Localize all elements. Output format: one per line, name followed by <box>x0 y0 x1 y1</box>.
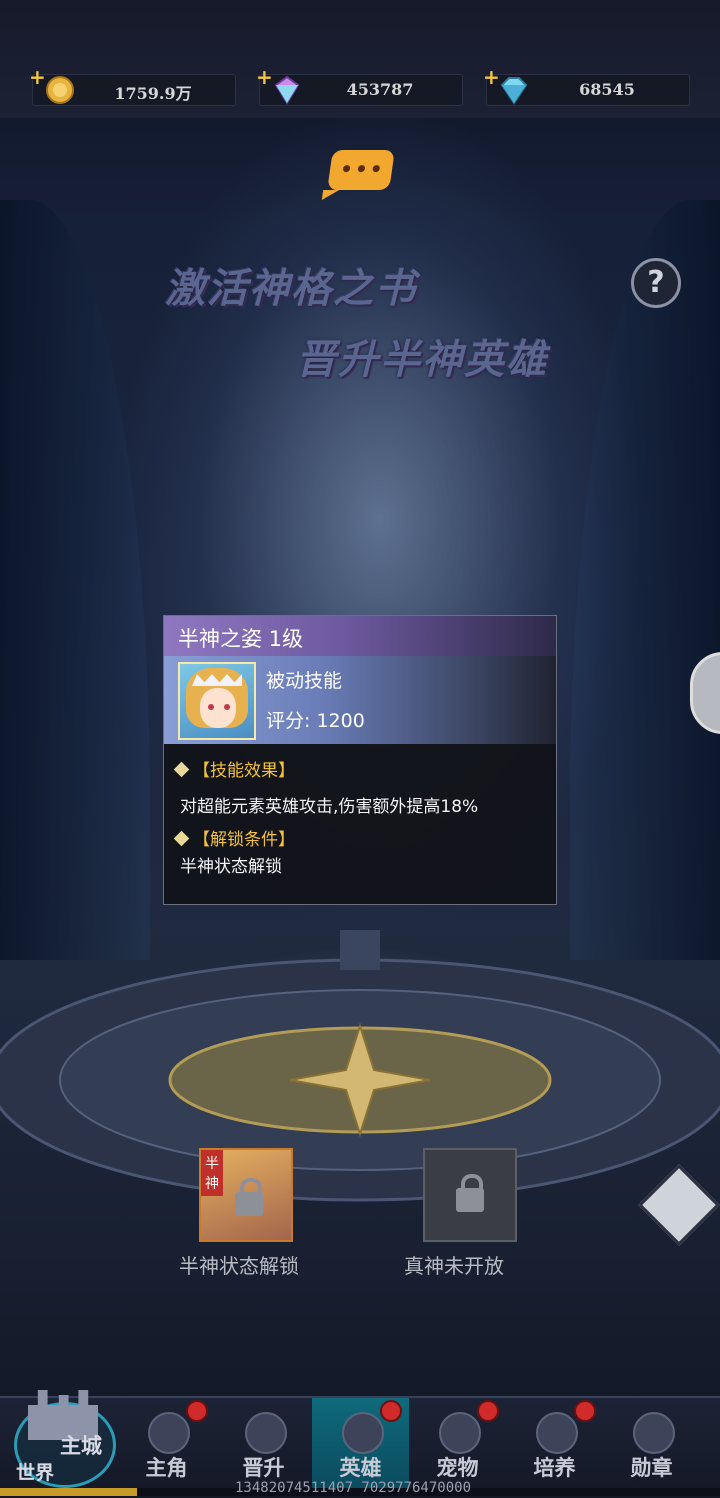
nav-label: 主角 <box>145 1455 188 1480</box>
main-city-label: 主城 <box>60 1433 102 1458</box>
notification-badge <box>186 1400 208 1422</box>
knight-helmet-icon <box>342 1412 384 1454</box>
loading-progress-fill <box>0 1488 137 1496</box>
effect-text: 对超能元素英雄攻击,伤害额外提高18% <box>180 797 479 817</box>
banner-line-1: 激活神格之书 <box>165 265 417 312</box>
chat-bubble-icon[interactable]: ••• <box>327 150 395 190</box>
debug-id-text: 13482074511407 7029776470000 <box>235 1480 472 1496</box>
star-compass-icon <box>536 1412 578 1454</box>
gold-currency[interactable]: + 1759.9万 <box>29 65 236 106</box>
effect-header: 【技能效果】 <box>173 756 295 781</box>
gold-coin-icon <box>46 76 74 104</box>
skill-tooltip-header: 半神之姿 1级 <box>164 616 556 656</box>
nav-item-pets[interactable]: 宠物 <box>409 1398 506 1488</box>
portrait-eye-left <box>208 704 214 710</box>
unlock-text: 半神状态解锁 <box>180 857 282 877</box>
skill-type: 被动技能 <box>266 670 343 692</box>
gold-value: 1759.9万 <box>114 84 192 103</box>
lock-icon <box>235 1178 263 1216</box>
banner-line-2: 晋升半神英雄 <box>296 336 548 383</box>
portrait-eye-right <box>224 704 230 710</box>
skill-score: 评分: 1200 <box>266 710 365 732</box>
world-label: 世界 <box>16 1462 55 1484</box>
true-god-slot[interactable] <box>423 1148 517 1242</box>
notification-badge <box>574 1400 596 1422</box>
pet-icon <box>439 1412 481 1454</box>
effect-header-text: 【技能效果】 <box>193 761 295 781</box>
chat-dots: ••• <box>338 157 387 181</box>
nav-item-promote[interactable]: 晋升 <box>215 1398 312 1488</box>
true-god-label: 真神未开放 <box>404 1254 504 1278</box>
help-button[interactable]: ? <box>631 258 681 308</box>
lock-icon <box>456 1174 484 1212</box>
nav-label: 英雄 <box>339 1455 382 1480</box>
demigod-label: 半神状态解锁 <box>179 1254 299 1278</box>
nav-item-medals[interactable]: 勋章 <box>603 1398 700 1488</box>
portrait-face <box>200 688 236 728</box>
demigod-slot[interactable]: 半神 <box>199 1148 293 1242</box>
unlock-header-text: 【解锁条件】 <box>193 830 295 850</box>
crystal-value: 453787 <box>346 80 414 99</box>
helmet-icon <box>148 1412 190 1454</box>
nav-label: 培养 <box>533 1455 576 1480</box>
notification-badge <box>380 1400 402 1422</box>
diamond-bullet-icon <box>173 761 190 778</box>
nav-item-train[interactable]: 培养 <box>506 1398 603 1488</box>
skill-title: 半神之姿 1级 <box>178 627 304 651</box>
diamond-bullet-icon <box>173 830 190 847</box>
crystal-currency[interactable]: + 453787 <box>256 65 463 106</box>
main-city-button[interactable]: 主城 世界 <box>8 1376 118 1488</box>
nav-label: 勋章 <box>630 1455 673 1480</box>
crown-icon <box>245 1412 287 1454</box>
skill-portrait <box>178 662 256 740</box>
demigod-tag: 半神 <box>201 1150 223 1196</box>
diamond-value: 68545 <box>579 80 635 99</box>
nav-item-heroes[interactable]: 英雄 <box>312 1398 409 1488</box>
altar-platform <box>0 930 720 1202</box>
nav-item-hero-main[interactable]: 主角 <box>118 1398 215 1488</box>
nav-label: 宠物 <box>436 1455 479 1480</box>
nav-label: 晋升 <box>242 1455 285 1480</box>
notification-badge <box>477 1400 499 1422</box>
diamond-currency[interactable]: + 68545 <box>483 65 690 106</box>
diamond-icon <box>500 77 528 105</box>
crystal-icon <box>274 75 300 105</box>
unlock-header: 【解锁条件】 <box>173 825 295 850</box>
skill-tooltip: 半神之姿 1级 被动技能 评分: 1200 【技能效果】 对超能元素英雄攻击,伤… <box>163 615 557 905</box>
medal-icon <box>633 1412 675 1454</box>
